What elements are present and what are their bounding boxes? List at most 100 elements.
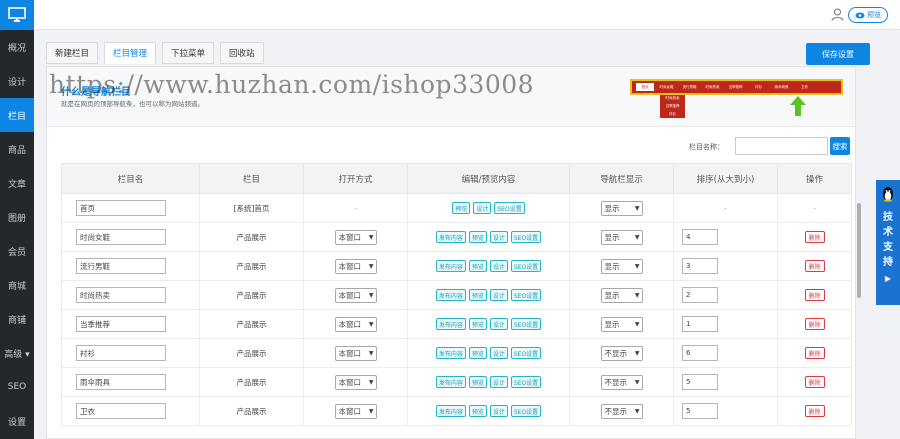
- sidebar-item[interactable]: 设计: [0, 64, 34, 98]
- edit-action-button[interactable]: 发布内容: [435, 405, 466, 417]
- delete-button[interactable]: 删除: [804, 231, 825, 243]
- column-name-input[interactable]: 时尚热卖: [76, 287, 166, 303]
- tab-dropdown-menu[interactable]: 下拉菜单: [162, 42, 215, 64]
- edit-action-button[interactable]: 设计: [489, 231, 508, 243]
- sidebar-item[interactable]: 文章: [0, 166, 34, 200]
- cell-type: 产品展示: [199, 309, 304, 339]
- edit-action-button[interactable]: 设计: [489, 405, 508, 417]
- order-input[interactable]: 5: [682, 374, 718, 390]
- open-mode-select[interactable]: 本窗口 ▼: [334, 374, 377, 390]
- sidebar-item[interactable]: 商城: [0, 268, 34, 302]
- nav-display-select[interactable]: 显示 ▼: [600, 258, 643, 274]
- order-input[interactable]: 3: [682, 258, 718, 274]
- edit-action-button[interactable]: 预览: [468, 289, 487, 301]
- user-icon[interactable]: [831, 8, 844, 21]
- edit-action-button[interactable]: 预览: [468, 347, 487, 359]
- delete-button[interactable]: 删除: [804, 405, 825, 417]
- edit-action-button[interactable]: 预览: [468, 231, 487, 243]
- edit-action-button[interactable]: 发布内容: [435, 347, 466, 359]
- open-mode-value: 本窗口: [338, 406, 362, 416]
- edit-buttons: 发布内容 预览 设计 SEO设置: [408, 260, 569, 272]
- sidebar-item[interactable]: 商品: [0, 132, 34, 166]
- tab-recycle-bin[interactable]: 回收站: [220, 42, 264, 64]
- edit-action-button[interactable]: 预览: [468, 260, 487, 272]
- column-name-input[interactable]: 流行男鞋: [76, 258, 166, 274]
- order-input[interactable]: 1: [682, 316, 718, 332]
- sidebar-item[interactable]: 会员: [0, 234, 34, 268]
- cell-action: 删除: [777, 222, 852, 252]
- nav-display-select[interactable]: 显示 ▼: [600, 229, 643, 245]
- open-mode-select[interactable]: 本窗口 ▼: [334, 258, 377, 274]
- open-mode-select[interactable]: 本窗口 ▼: [334, 316, 377, 332]
- order-input[interactable]: 5: [682, 403, 718, 419]
- table-scrollbar[interactable]: [856, 197, 862, 437]
- order-input[interactable]: 6: [682, 345, 718, 361]
- edit-action-button[interactable]: 设计: [489, 347, 508, 359]
- edit-action-button[interactable]: SEO设置: [510, 376, 542, 388]
- sidebar-item[interactable]: 图册: [0, 200, 34, 234]
- cell-edit: 发布内容 预览 设计 SEO设置: [407, 280, 570, 310]
- edit-action-button[interactable]: 设计: [489, 376, 508, 388]
- tab-new-column[interactable]: 新建栏目: [46, 42, 99, 64]
- scrollbar-thumb[interactable]: [857, 203, 861, 298]
- column-name-input[interactable]: 当季推荐: [76, 316, 166, 332]
- open-mode-select[interactable]: 本窗口 ▼: [334, 345, 377, 361]
- delete-button[interactable]: 删除: [804, 260, 825, 272]
- column-name-input[interactable]: 时尚女鞋: [76, 229, 166, 245]
- order-input[interactable]: 4: [682, 229, 718, 245]
- edit-action-button[interactable]: 发布内容: [435, 376, 466, 388]
- preview-button[interactable]: 预览: [848, 7, 888, 23]
- nav-display-select[interactable]: 不显示 ▼: [600, 374, 643, 390]
- monitor-icon[interactable]: [0, 0, 34, 30]
- edit-action-button[interactable]: SEO设置: [510, 405, 542, 417]
- nav-display-select[interactable]: 不显示 ▼: [600, 345, 643, 361]
- edit-action-button[interactable]: 发布内容: [435, 260, 466, 272]
- edit-action-button[interactable]: 设计: [473, 202, 492, 214]
- sidebar-item[interactable]: 高级 ▾: [0, 336, 34, 370]
- sidebar-item[interactable]: SEO: [0, 370, 34, 404]
- delete-button[interactable]: 删除: [804, 376, 825, 388]
- edit-action-button[interactable]: 预览: [468, 405, 487, 417]
- nav-display-select[interactable]: 显示 ▼: [600, 316, 643, 332]
- tab-column-manage[interactable]: 栏目管理: [104, 42, 157, 64]
- edit-action-button[interactable]: SEO设置: [510, 347, 542, 359]
- column-name-input[interactable]: 卫衣: [76, 403, 166, 419]
- edit-action-button[interactable]: SEO设置: [510, 260, 542, 272]
- nav-display-select[interactable]: 显示 ▼: [600, 200, 643, 216]
- edit-action-button[interactable]: SEO设置: [494, 202, 525, 214]
- sidebar-item[interactable]: 设置: [0, 404, 34, 438]
- search-button[interactable]: 搜索: [830, 137, 850, 155]
- open-mode-select[interactable]: 本窗口 ▼: [334, 287, 377, 303]
- edit-action-button[interactable]: 发布内容: [435, 289, 466, 301]
- tech-support-tab[interactable]: 技术支持 ▶: [876, 180, 900, 305]
- edit-action-button[interactable]: SEO设置: [510, 231, 542, 243]
- column-name-input[interactable]: 首页: [76, 200, 166, 216]
- column-name-input[interactable]: 雨伞雨具: [76, 374, 166, 390]
- sidebar-item[interactable]: 商铺: [0, 302, 34, 336]
- search-input[interactable]: [735, 137, 828, 155]
- sidebar-item[interactable]: 栏目: [0, 98, 34, 132]
- nav-display-select[interactable]: 不显示 ▼: [600, 403, 643, 419]
- edit-action-button[interactable]: 预览: [468, 376, 487, 388]
- open-mode-select[interactable]: 本窗口 ▼: [334, 229, 377, 245]
- edit-action-button[interactable]: 设计: [489, 289, 508, 301]
- edit-action-button[interactable]: SEO设置: [510, 289, 542, 301]
- edit-action-button[interactable]: 发布内容: [435, 318, 466, 330]
- delete-button[interactable]: 删除: [804, 318, 825, 330]
- delete-button[interactable]: 删除: [804, 347, 825, 359]
- edit-action-button[interactable]: SEO设置: [510, 318, 542, 330]
- cell-order: 1: [673, 309, 778, 339]
- empty-dash: -: [813, 204, 816, 213]
- delete-button[interactable]: 删除: [804, 289, 825, 301]
- edit-action-button[interactable]: 设计: [489, 260, 508, 272]
- edit-action-button[interactable]: 预览: [452, 202, 471, 214]
- column-name-input[interactable]: 衬衫: [76, 345, 166, 361]
- edit-action-button[interactable]: 设计: [489, 318, 508, 330]
- edit-action-button[interactable]: 发布内容: [435, 231, 466, 243]
- nav-display-select[interactable]: 显示 ▼: [600, 287, 643, 303]
- edit-action-button[interactable]: 预览: [468, 318, 487, 330]
- order-input[interactable]: 2: [682, 287, 718, 303]
- open-mode-select[interactable]: 本窗口 ▼: [334, 403, 377, 419]
- save-settings-button[interactable]: 保存设置: [806, 43, 870, 65]
- sidebar-item[interactable]: 概况: [0, 30, 34, 64]
